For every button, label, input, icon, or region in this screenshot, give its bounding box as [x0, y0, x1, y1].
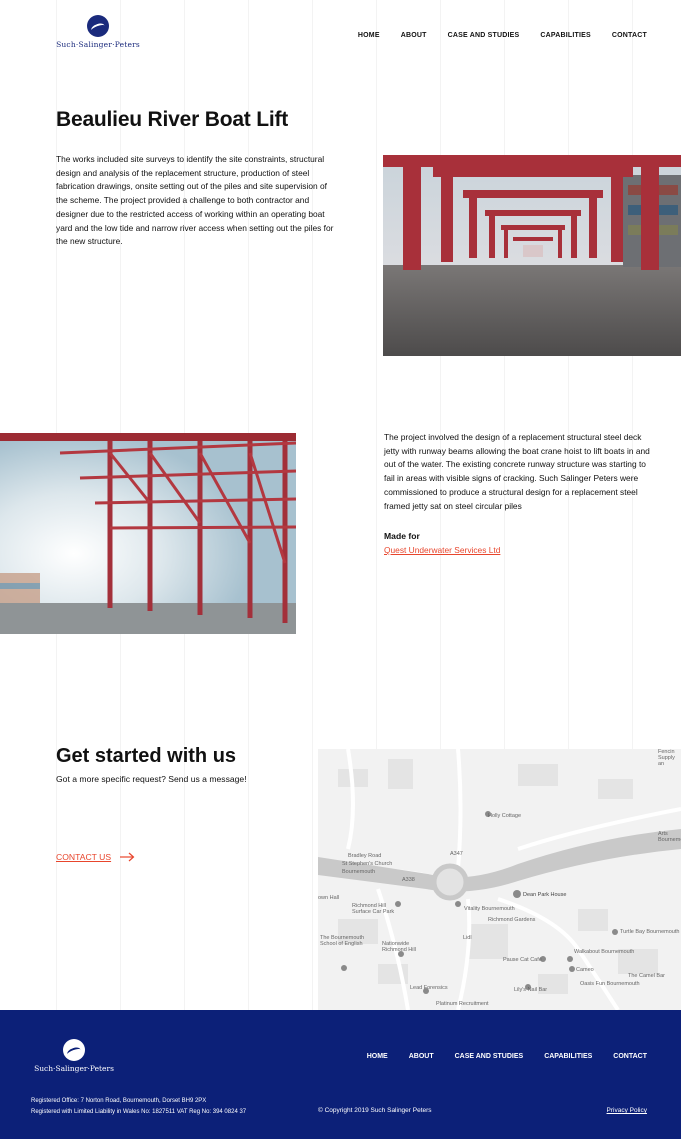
footer-nav-case-studies[interactable]: CASE AND STUDIES — [455, 1053, 524, 1060]
map-label: Arts Bournemo — [658, 831, 681, 843]
map-label: Lead Forensics — [410, 985, 448, 991]
logo-mark-icon — [87, 15, 109, 37]
site-footer: Such·Salinger·Peters HOME ABOUT CASE AND… — [0, 1010, 681, 1139]
copyright: © Copyright 2019 Such Salinger Peters — [318, 1107, 432, 1114]
footer-nav: HOME ABOUT CASE AND STUDIES CAPABILITIES… — [346, 1053, 647, 1060]
map-label: Lidl — [463, 935, 472, 941]
footer-registration: Registered Office: 7 Norton Road, Bourne… — [31, 1096, 246, 1118]
footer-nav-about[interactable]: ABOUT — [409, 1053, 434, 1060]
map-label: Pause Cat Café — [503, 957, 542, 963]
map-label: St Stephen's Church — [342, 861, 393, 867]
map-label: Richmond Gardens — [488, 917, 536, 923]
registered-office: Registered Office: 7 Norton Road, Bourne… — [31, 1098, 207, 1104]
logo-mark-icon — [63, 1039, 85, 1061]
map-label: Walkabout Bournemouth — [574, 949, 635, 955]
project-title: Beaulieu River Boat Lift — [56, 108, 289, 131]
made-for-label: Made for — [384, 531, 420, 541]
map-label: Cameo — [576, 967, 594, 973]
map-label: Richmond Hill Surface Car Park — [352, 903, 395, 915]
map-label: Oasis Fun Bournemouth — [580, 981, 640, 987]
map-label: Vitality Bournemouth — [464, 906, 515, 912]
footer-nav-capabilities[interactable]: CAPABILITIES — [544, 1053, 592, 1060]
footer-logo-wordmark: Such·Salinger·Peters — [34, 1064, 114, 1073]
map-label: Dean Park House — [523, 892, 567, 898]
map-label: Platinum Recruitment — [436, 1001, 489, 1007]
get-started-subtitle: Got a more specific request? Send us a m… — [56, 774, 247, 784]
nav-about[interactable]: ABOUT — [401, 32, 427, 39]
map-label: Nationwide Richmond Hill — [382, 941, 416, 953]
footer-nav-contact[interactable]: CONTACT — [613, 1053, 647, 1060]
map-label: Bournemouth — [342, 869, 376, 875]
client-link[interactable]: Quest Underwater Services Ltd — [384, 545, 500, 555]
location-map[interactable]: Holly Cottage Bradley Road St Stephen's … — [318, 749, 681, 1010]
footer-nav-home[interactable]: HOME — [367, 1053, 388, 1060]
map-label: Turtle Bay Bournemouth — [620, 929, 680, 935]
project-photo-container-cranes — [0, 433, 296, 634]
privacy-policy-link[interactable]: Privacy Policy — [607, 1107, 647, 1114]
map-label: A347 — [450, 851, 463, 857]
logo-wordmark: Such·Salinger·Peters — [56, 40, 140, 49]
arrow-right-icon — [120, 852, 135, 862]
nav-capabilities[interactable]: CAPABILITIES — [540, 32, 591, 39]
map-label: The Camel Bar — [628, 973, 665, 979]
project-description-1: The works included site surveys to ident… — [56, 154, 334, 247]
nav-home[interactable]: HOME — [358, 32, 380, 39]
footer-logo[interactable]: Such·Salinger·Peters — [31, 1039, 117, 1075]
map-label: The Bournemouth School of English — [320, 935, 365, 947]
nav-case-studies[interactable]: CASE AND STUDIES — [448, 32, 520, 39]
map-label: own Hall — [318, 895, 340, 901]
registration-numbers: Registered with Limited Liability in Wal… — [31, 1109, 247, 1115]
get-started-title: Get started with us — [56, 745, 237, 767]
project-photo-crane-gantry — [383, 155, 681, 356]
map-label: A338 — [402, 877, 415, 883]
map-label: Bradley Road — [348, 853, 382, 859]
contact-us-link[interactable]: CONTACT US — [56, 852, 135, 862]
contact-us-label: CONTACT US — [56, 852, 112, 862]
map-label: Fencin Supply an — [658, 749, 675, 767]
map-label: Holly Cottage — [488, 813, 522, 819]
map-label: Lily's Nail Bar — [514, 987, 548, 993]
nav-contact[interactable]: CONTACT — [612, 32, 647, 39]
main-nav: HOME ABOUT CASE AND STUDIES CAPABILITIES… — [337, 32, 647, 39]
site-logo[interactable]: Such·Salinger·Peters — [56, 15, 140, 51]
project-description-2: The project involved the design of a rep… — [384, 432, 650, 511]
